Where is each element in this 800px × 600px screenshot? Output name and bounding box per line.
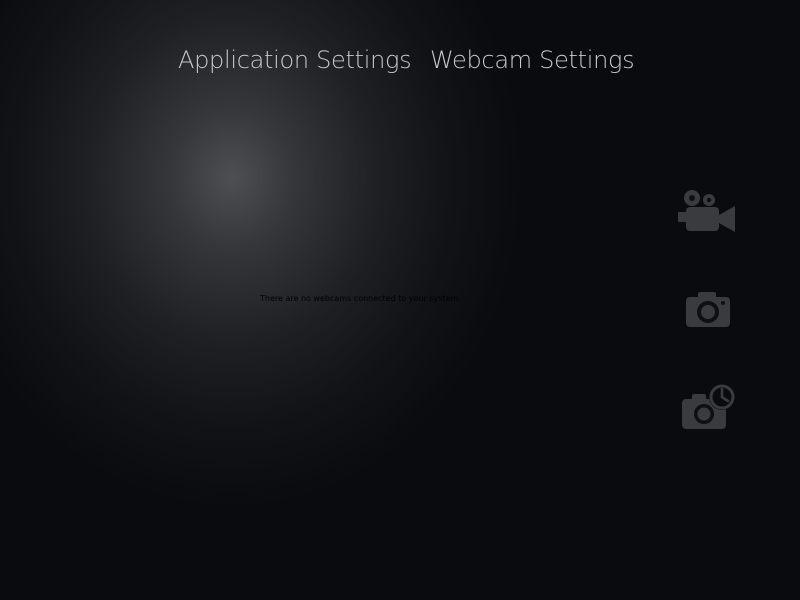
top-navigation: Application Settings Webcam Settings <box>0 42 800 82</box>
camera-icon <box>686 292 730 327</box>
tab-webcam-settings[interactable]: Webcam Settings <box>430 42 635 78</box>
no-webcams-message: There are no webcams connected to your s… <box>260 294 461 303</box>
camera-timer-icon <box>682 384 735 429</box>
timer-photo-button[interactable] <box>680 382 738 432</box>
record-video-button[interactable] <box>678 188 736 236</box>
video-camera-icon <box>678 190 735 232</box>
take-photo-button[interactable] <box>684 290 732 330</box>
tab-application-settings[interactable]: Application Settings <box>178 42 412 78</box>
